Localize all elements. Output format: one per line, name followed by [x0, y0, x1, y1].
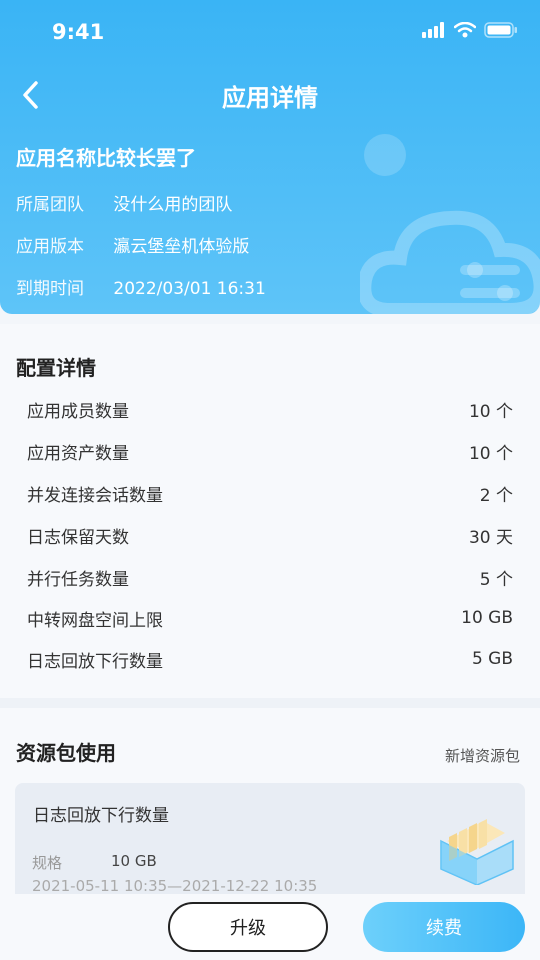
config-value: 2 个: [479, 485, 513, 506]
config-label: 日志保留天数: [27, 527, 129, 548]
expire-value: 2022/03/01 16:31: [113, 279, 266, 299]
config-value: 30 天: [468, 527, 513, 548]
status-time: 9:41: [52, 20, 105, 44]
section-divider: [0, 698, 540, 708]
config-value: 10 GB: [461, 608, 513, 628]
config-row: 日志保留天数 30 天: [27, 514, 513, 556]
battery-icon: [484, 22, 517, 38]
upgrade-button[interactable]: 升级: [168, 902, 328, 952]
config-row: 并行任务数量 5 个: [27, 556, 513, 598]
config-label: 并行任务数量: [27, 569, 129, 590]
page-title: 应用详情: [222, 84, 318, 112]
config-label: 应用资产数量: [27, 443, 129, 464]
expire-label: 到期时间: [16, 279, 84, 299]
config-label: 并发连接会话数量: [27, 485, 163, 506]
wifi-icon: [454, 22, 476, 38]
signal-icon: [422, 22, 444, 38]
config-value: 10 个: [468, 401, 513, 422]
config-label: 中转网盘空间上限: [27, 610, 163, 631]
team-row: 所属团队 没什么用的团队: [16, 190, 232, 215]
data-box-icon: [440, 819, 514, 885]
config-label: 日志回放下行数量: [27, 651, 163, 672]
config-label: 应用成员数量: [27, 401, 129, 422]
cloud-illustration-icon: [360, 210, 540, 314]
config-row: 并发连接会话数量 2 个: [27, 472, 513, 514]
status-icons: [422, 22, 518, 38]
resources-title: 资源包使用: [16, 741, 116, 765]
config-value: 5 个: [479, 569, 513, 590]
spec-label: 规格: [32, 854, 63, 872]
config-title: 配置详情: [16, 356, 96, 380]
config-row: 日志回放下行数量 5 GB: [27, 638, 513, 680]
validity-dates: 2021-05-11 10:35—2021-12-22 10:35: [32, 877, 318, 895]
app-name: 应用名称比较长罢了: [16, 146, 196, 170]
version-value: 瀛云堡垒机体验版: [113, 237, 250, 257]
team-value: 没什么用的团队: [113, 195, 233, 215]
config-row: 应用成员数量 10 个: [27, 388, 513, 430]
app-header: 9:41 应用详情 应用名称比较长罢了 所属团队 没什么用的团队 应用版本 瀛云…: [0, 0, 540, 314]
resource-card-title: 日志回放下行数量: [33, 806, 169, 826]
config-value: 5 GB: [471, 649, 513, 669]
version-row: 应用版本 瀛云堡垒机体验版: [16, 232, 249, 257]
expire-row: 到期时间 2022/03/01 16:31: [16, 274, 266, 299]
spec-value: 10 GB: [111, 852, 157, 870]
renew-button[interactable]: 续费: [363, 902, 525, 952]
add-resource-pack-link[interactable]: 新增资源包: [445, 745, 520, 766]
config-row: 中转网盘空间上限 10 GB: [27, 597, 513, 639]
config-value: 10 个: [468, 443, 513, 464]
status-bar: 9:41: [0, 0, 540, 66]
team-label: 所属团队: [16, 195, 84, 215]
config-row: 应用资产数量 10 个: [27, 430, 513, 472]
version-label: 应用版本: [16, 237, 84, 257]
